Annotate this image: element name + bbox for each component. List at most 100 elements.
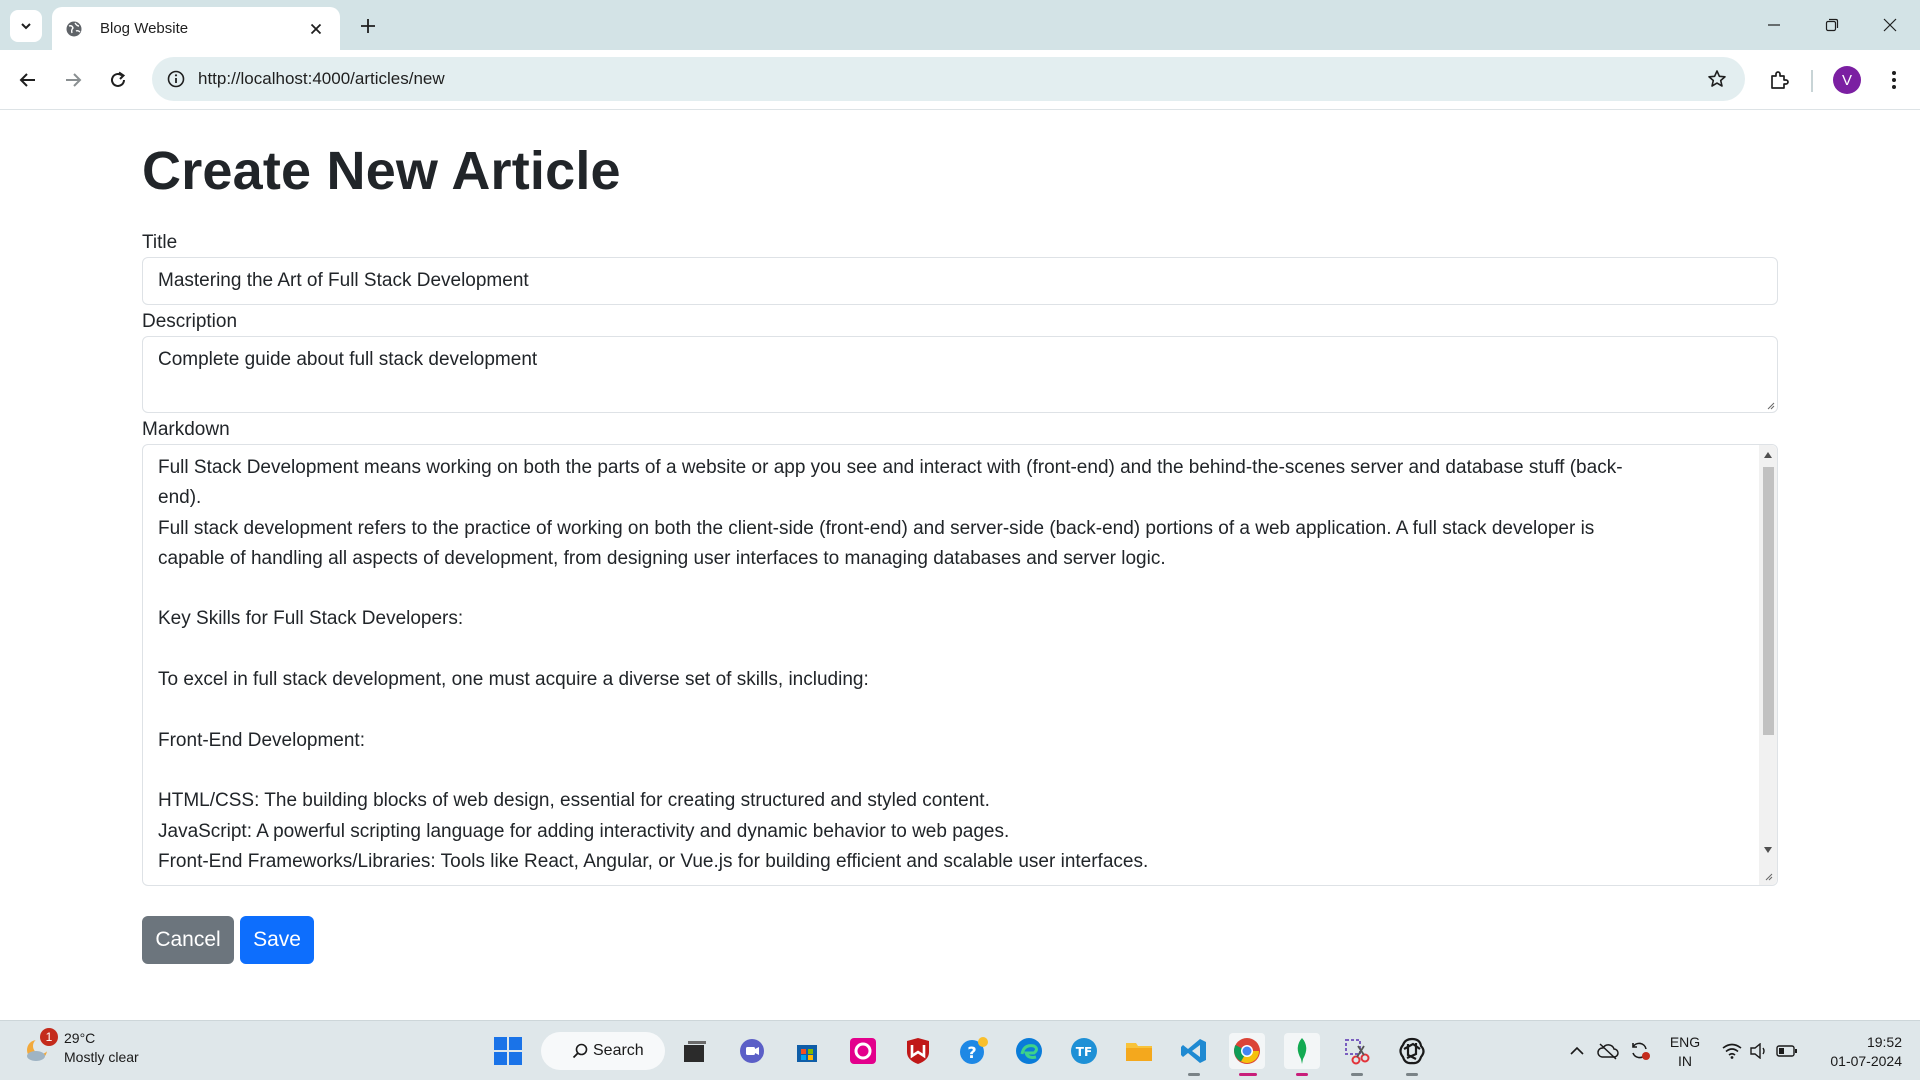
weather-moon-icon: 1 [22, 1028, 58, 1064]
description-text: Complete guide about full stack developm… [158, 349, 538, 370]
description-textarea[interactable]: Complete guide about full stack developm… [142, 336, 1778, 413]
url-text[interactable]: http://localhost:4000/articles/new [198, 69, 1703, 89]
cloud-off-icon [1597, 1043, 1619, 1060]
markdown-line [158, 635, 1747, 665]
chrome-icon [1234, 1038, 1260, 1064]
toolbar-divider [1811, 70, 1813, 92]
scrollbar-thumb[interactable] [1763, 467, 1774, 735]
language-indicator[interactable]: ENG IN [1667, 1033, 1703, 1071]
chat-icon [740, 1039, 764, 1063]
kebab-menu-icon [1892, 71, 1896, 89]
sync-button[interactable] [1625, 1033, 1655, 1069]
tab-strip: Blog Website [0, 0, 1920, 50]
scroll-up-arrow-icon[interactable] [1764, 452, 1772, 458]
windows-logo-icon [494, 1037, 522, 1065]
openai-icon [1399, 1037, 1425, 1065]
speaker-icon [1750, 1043, 1765, 1059]
form-actions: Cancel Save [142, 916, 1778, 964]
windows-taskbar: 1 29°C Mostly clear Search ? TF ENG IN 1… [0, 1020, 1920, 1080]
battery-button[interactable] [1773, 1033, 1801, 1069]
svg-text:?: ? [967, 1043, 976, 1062]
sync-icon [1632, 1042, 1650, 1060]
chrome-button[interactable] [1229, 1033, 1265, 1069]
shield-icon [907, 1038, 929, 1064]
clock[interactable]: 19:52 01-07-2024 [1810, 1033, 1902, 1071]
save-button[interactable]: Save [240, 916, 314, 964]
new-tab-button[interactable] [354, 12, 382, 40]
markdown-line [158, 574, 1747, 604]
minimize-icon [1768, 24, 1780, 26]
close-window-button[interactable] [1861, 0, 1919, 50]
restore-button[interactable] [1803, 0, 1861, 50]
markdown-line: To excel in full stack development, one … [158, 669, 869, 691]
extensions-button[interactable] [1762, 63, 1796, 97]
scrollbar[interactable] [1759, 445, 1777, 885]
forward-button[interactable] [56, 63, 90, 97]
start-button[interactable] [490, 1033, 526, 1069]
tab-title: Blog Website [100, 20, 189, 37]
browser-tab[interactable]: Blog Website [52, 7, 340, 50]
file-explorer-button[interactable] [1121, 1033, 1157, 1069]
back-button[interactable] [11, 63, 45, 97]
scroll-down-arrow-icon[interactable] [1764, 847, 1772, 853]
weather-widget[interactable]: 1 29°C Mostly clear [22, 1028, 139, 1067]
resize-grip-icon[interactable] [1763, 871, 1773, 881]
snipping-tool-button[interactable] [1339, 1033, 1375, 1069]
svg-text:TF: TF [1076, 1045, 1092, 1059]
mongodb-button[interactable] [1284, 1033, 1320, 1069]
onedrive-button[interactable] [1593, 1033, 1623, 1069]
markdown-line: capable of handling all aspects of devel… [158, 547, 1166, 569]
mcafee-button[interactable] [900, 1033, 936, 1069]
vscode-button[interactable] [1176, 1033, 1212, 1069]
show-hidden-icons-button[interactable] [1562, 1033, 1592, 1069]
region-code: IN [1678, 1053, 1692, 1069]
resize-grip-icon[interactable] [1765, 400, 1775, 410]
folder-icon [1126, 1043, 1152, 1061]
site-info-icon[interactable] [164, 67, 188, 91]
clock-time: 19:52 [1866, 1034, 1902, 1050]
bookmark-star-icon[interactable] [1703, 65, 1731, 93]
title-label: Title [142, 232, 178, 253]
address-bar[interactable]: http://localhost:4000/articles/new [152, 57, 1745, 101]
task-view-icon [684, 1041, 706, 1062]
plus-icon [361, 19, 375, 33]
markdown-textarea-wrapper: Full Stack Development means working on … [142, 444, 1778, 886]
close-tab-icon[interactable] [304, 17, 328, 41]
scissors-icon [1345, 1039, 1370, 1065]
volume-button[interactable] [1745, 1033, 1773, 1069]
arrow-right-icon [66, 73, 82, 87]
task-view-button[interactable] [677, 1033, 713, 1069]
chatgpt-button[interactable] [1394, 1033, 1430, 1069]
reload-icon [111, 71, 126, 87]
chevron-down-icon [21, 23, 31, 30]
title-input[interactable]: Mastering the Art of Full Stack Developm… [142, 257, 1778, 305]
markdown-line: Full stack development refers to the pra… [158, 517, 1595, 539]
microsoft-store-button[interactable] [789, 1033, 825, 1069]
battery-icon [1776, 1045, 1797, 1057]
active-indicator [1296, 1073, 1308, 1076]
leaf-icon [1297, 1038, 1307, 1064]
wifi-button[interactable] [1718, 1033, 1746, 1069]
tf-app-button[interactable]: TF [1066, 1033, 1102, 1069]
page-title: Create New Article [142, 141, 621, 201]
minimize-button[interactable] [1745, 0, 1803, 50]
article-form: Create New Article Title Mastering the A… [142, 110, 1778, 964]
app-pink-button[interactable] [845, 1033, 881, 1069]
markdown-textarea[interactable]: Full Stack Development means working on … [142, 444, 1778, 886]
weather-temp: 29°C [64, 1030, 96, 1046]
menu-button[interactable] [1877, 63, 1911, 97]
markdown-label: Markdown [142, 419, 230, 440]
markdown-line: Front-End Frameworks/Libraries: Tools li… [158, 850, 1149, 872]
cancel-button[interactable]: Cancel [142, 916, 234, 964]
tab-search-button[interactable] [10, 10, 42, 42]
markdown-line: JavaScript: A powerful scripting languag… [158, 820, 1010, 842]
profile-button[interactable]: V [1830, 63, 1864, 97]
help-icon: ? [960, 1037, 988, 1064]
help-button[interactable]: ? [956, 1033, 992, 1069]
running-indicator [1351, 1073, 1363, 1076]
teams-chat-button[interactable] [734, 1033, 770, 1069]
reload-button[interactable] [101, 63, 135, 97]
taskbar-search[interactable]: Search [541, 1032, 665, 1070]
weather-desc: Mostly clear [64, 1049, 139, 1065]
edge-button[interactable] [1011, 1033, 1047, 1069]
